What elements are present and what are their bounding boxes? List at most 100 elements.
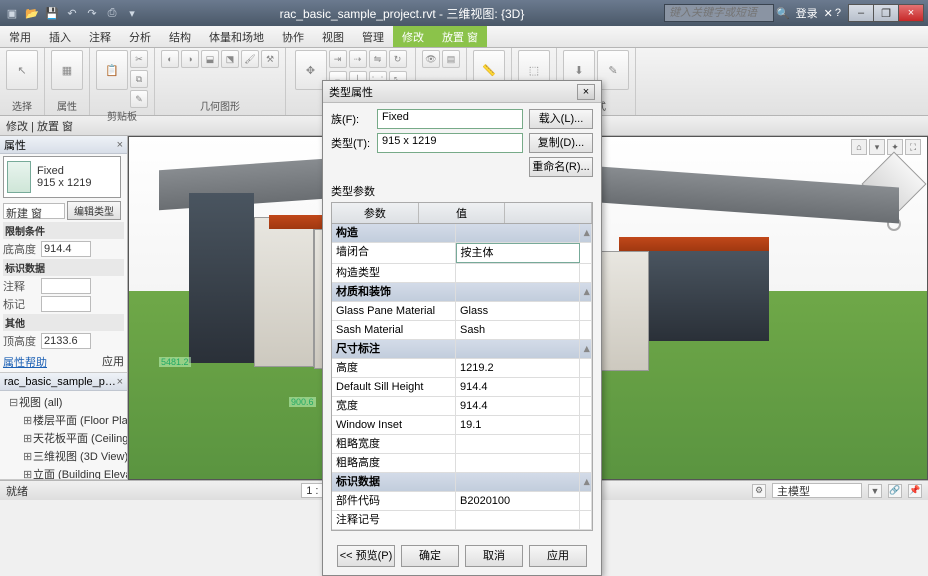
param-value[interactable]: 914.4 bbox=[456, 378, 580, 396]
prop-key: 顶高度 bbox=[3, 333, 39, 349]
ok-button[interactable]: 确定 bbox=[401, 545, 459, 567]
split-icon[interactable]: ⬔ bbox=[221, 50, 239, 68]
param-value[interactable] bbox=[456, 454, 580, 472]
model-dropdown[interactable]: 主模型 bbox=[772, 483, 862, 498]
tab-context[interactable]: 放置 窗 bbox=[433, 26, 487, 47]
home-icon[interactable]: ⌂ bbox=[851, 139, 867, 155]
param-value[interactable]: 1219.2 bbox=[456, 359, 580, 377]
browser-close-icon[interactable]: × bbox=[117, 376, 123, 388]
instance-filter[interactable]: 新建 窗 bbox=[3, 203, 65, 219]
window-title: rac_basic_sample_project.rvt - 三维视图: {3D… bbox=[140, 5, 664, 22]
tab-annotate[interactable]: 注释 bbox=[80, 26, 120, 47]
param-value[interactable] bbox=[456, 264, 580, 282]
prop-value[interactable]: 914.4 bbox=[41, 241, 91, 257]
tab-manage[interactable]: 管理 bbox=[353, 26, 393, 47]
join-icon[interactable]: ⬓ bbox=[201, 50, 219, 68]
qat-more-icon[interactable]: ▾ bbox=[124, 5, 140, 21]
apply-button[interactable]: 应用 bbox=[102, 353, 124, 369]
demolish-icon[interactable]: ⚒ bbox=[261, 50, 279, 68]
viewcube-menu-icon[interactable]: ▾ bbox=[869, 139, 885, 155]
project-browser: rac_basic_sample_project.rvt × ⊟视图 (all)… bbox=[0, 373, 127, 480]
section-identity: 标识数据 bbox=[3, 259, 124, 276]
duplicate-button[interactable]: 复制(D)... bbox=[529, 133, 593, 153]
load-button[interactable]: 载入(L)... bbox=[529, 109, 593, 129]
param-value[interactable]: 按主体 bbox=[456, 243, 581, 263]
param-value[interactable]: B2020100 bbox=[456, 492, 580, 510]
print-icon[interactable]: ⎙ bbox=[104, 5, 120, 21]
tree-item[interactable]: ⊞三维视图 (3D View) bbox=[9, 447, 124, 465]
family-select[interactable]: Fixed bbox=[377, 109, 523, 129]
tab-analyze[interactable]: 分析 bbox=[120, 26, 160, 47]
properties-icon[interactable]: ▦ bbox=[51, 50, 83, 90]
infocenter-icon[interactable]: 🔍 bbox=[776, 7, 790, 20]
dialog-close-icon[interactable]: × bbox=[577, 84, 595, 100]
param-value[interactable]: 19.1 bbox=[456, 416, 580, 434]
workset-icon[interactable]: ⚙ bbox=[752, 484, 766, 498]
tree-item[interactable]: ⊞立面 (Building Elevation) bbox=[9, 465, 124, 480]
align-icon[interactable]: ⇥ bbox=[329, 50, 347, 68]
save-icon[interactable]: 💾 bbox=[44, 5, 60, 21]
tab-view[interactable]: 视图 bbox=[313, 26, 353, 47]
match-icon[interactable]: ✎ bbox=[130, 90, 148, 108]
param-value[interactable] bbox=[456, 435, 580, 453]
preview-button[interactable]: << 预览(P) bbox=[337, 545, 395, 567]
cut-geom-icon[interactable]: ◑ bbox=[181, 50, 199, 68]
offset-icon[interactable]: ⇢ bbox=[349, 50, 367, 68]
modify-tool-icon[interactable]: ↖ bbox=[6, 50, 38, 90]
help-search-input[interactable] bbox=[664, 4, 774, 22]
close-button[interactable]: × bbox=[898, 4, 924, 22]
signin-label[interactable]: 登录 bbox=[796, 5, 818, 21]
open-icon[interactable]: 📂 bbox=[24, 5, 40, 21]
tab-massing[interactable]: 体量和场地 bbox=[200, 26, 273, 47]
type-select[interactable]: 915 x 1219 bbox=[377, 133, 523, 153]
palette-close-icon[interactable]: × bbox=[117, 139, 123, 151]
tree-item[interactable]: ⊞天花板平面 (Ceiling Plan) bbox=[9, 429, 124, 447]
cope-icon[interactable]: ◐ bbox=[161, 50, 179, 68]
tab-home[interactable]: 常用 bbox=[0, 26, 40, 47]
cancel-button[interactable]: 取消 bbox=[465, 545, 523, 567]
prop-key: 底高度 bbox=[3, 241, 39, 257]
select-pinned-icon[interactable]: 📌 bbox=[908, 484, 922, 498]
redo-icon[interactable]: ↷ bbox=[84, 5, 100, 21]
tree-item[interactable]: ⊞楼层平面 (Floor Plan) bbox=[9, 411, 124, 429]
exchange-icon[interactable]: ✕ bbox=[824, 7, 833, 20]
select-links-icon[interactable]: 🔗 bbox=[888, 484, 902, 498]
hide-icon[interactable]: 👁 bbox=[422, 50, 440, 68]
paste-icon[interactable]: 📋 bbox=[96, 50, 128, 90]
fullnav-icon[interactable]: ⛶ bbox=[905, 139, 921, 155]
cut-icon[interactable]: ✂ bbox=[130, 50, 148, 68]
param-value[interactable] bbox=[456, 511, 580, 529]
copy-icon[interactable]: ⧉ bbox=[130, 70, 148, 88]
param-value[interactable]: 914.4 bbox=[456, 397, 580, 415]
category-row: 构造 bbox=[332, 224, 456, 242]
col-pin-icon bbox=[505, 203, 592, 223]
filter-icon[interactable]: ▼ bbox=[868, 484, 882, 498]
prop-value[interactable]: 2133.6 bbox=[41, 333, 91, 349]
tab-modify[interactable]: 修改 bbox=[393, 26, 433, 47]
param-value[interactable]: Sash bbox=[456, 321, 580, 339]
tab-insert[interactable]: 插入 bbox=[40, 26, 80, 47]
tree-views[interactable]: ⊟视图 (all) bbox=[9, 393, 124, 411]
maximize-button[interactable]: ❐ bbox=[873, 4, 899, 22]
help-icon[interactable]: ? bbox=[835, 7, 841, 19]
type-selector[interactable]: Fixed 915 x 1219 bbox=[3, 156, 121, 198]
rotate-icon[interactable]: ↻ bbox=[389, 50, 407, 68]
edit-type-button[interactable]: 编辑类型 bbox=[67, 201, 121, 220]
app-menu-icon[interactable]: ▣ bbox=[4, 5, 20, 21]
prop-value[interactable] bbox=[41, 278, 91, 294]
mirror-icon[interactable]: ⇋ bbox=[369, 50, 387, 68]
apply-button[interactable]: 应用 bbox=[529, 545, 587, 567]
tab-structure[interactable]: 结构 bbox=[160, 26, 200, 47]
model-awning bbox=[619, 237, 769, 251]
override-icon[interactable]: ▤ bbox=[442, 50, 460, 68]
param-value[interactable]: Glass bbox=[456, 302, 580, 320]
tab-collab[interactable]: 协作 bbox=[273, 26, 313, 47]
minimize-button[interactable]: – bbox=[848, 4, 874, 22]
undo-icon[interactable]: ↶ bbox=[64, 5, 80, 21]
rename-button[interactable]: 重命名(R)... bbox=[529, 157, 593, 177]
prop-value[interactable] bbox=[41, 296, 91, 312]
param-name: 墙闭合 bbox=[332, 243, 456, 263]
properties-help-link[interactable]: 属性帮助 bbox=[3, 354, 47, 370]
paint-icon[interactable]: 🖌 bbox=[241, 50, 259, 68]
browser-tree: ⊟视图 (all) ⊞楼层平面 (Floor Plan) ⊞天花板平面 (Cei… bbox=[3, 393, 124, 480]
